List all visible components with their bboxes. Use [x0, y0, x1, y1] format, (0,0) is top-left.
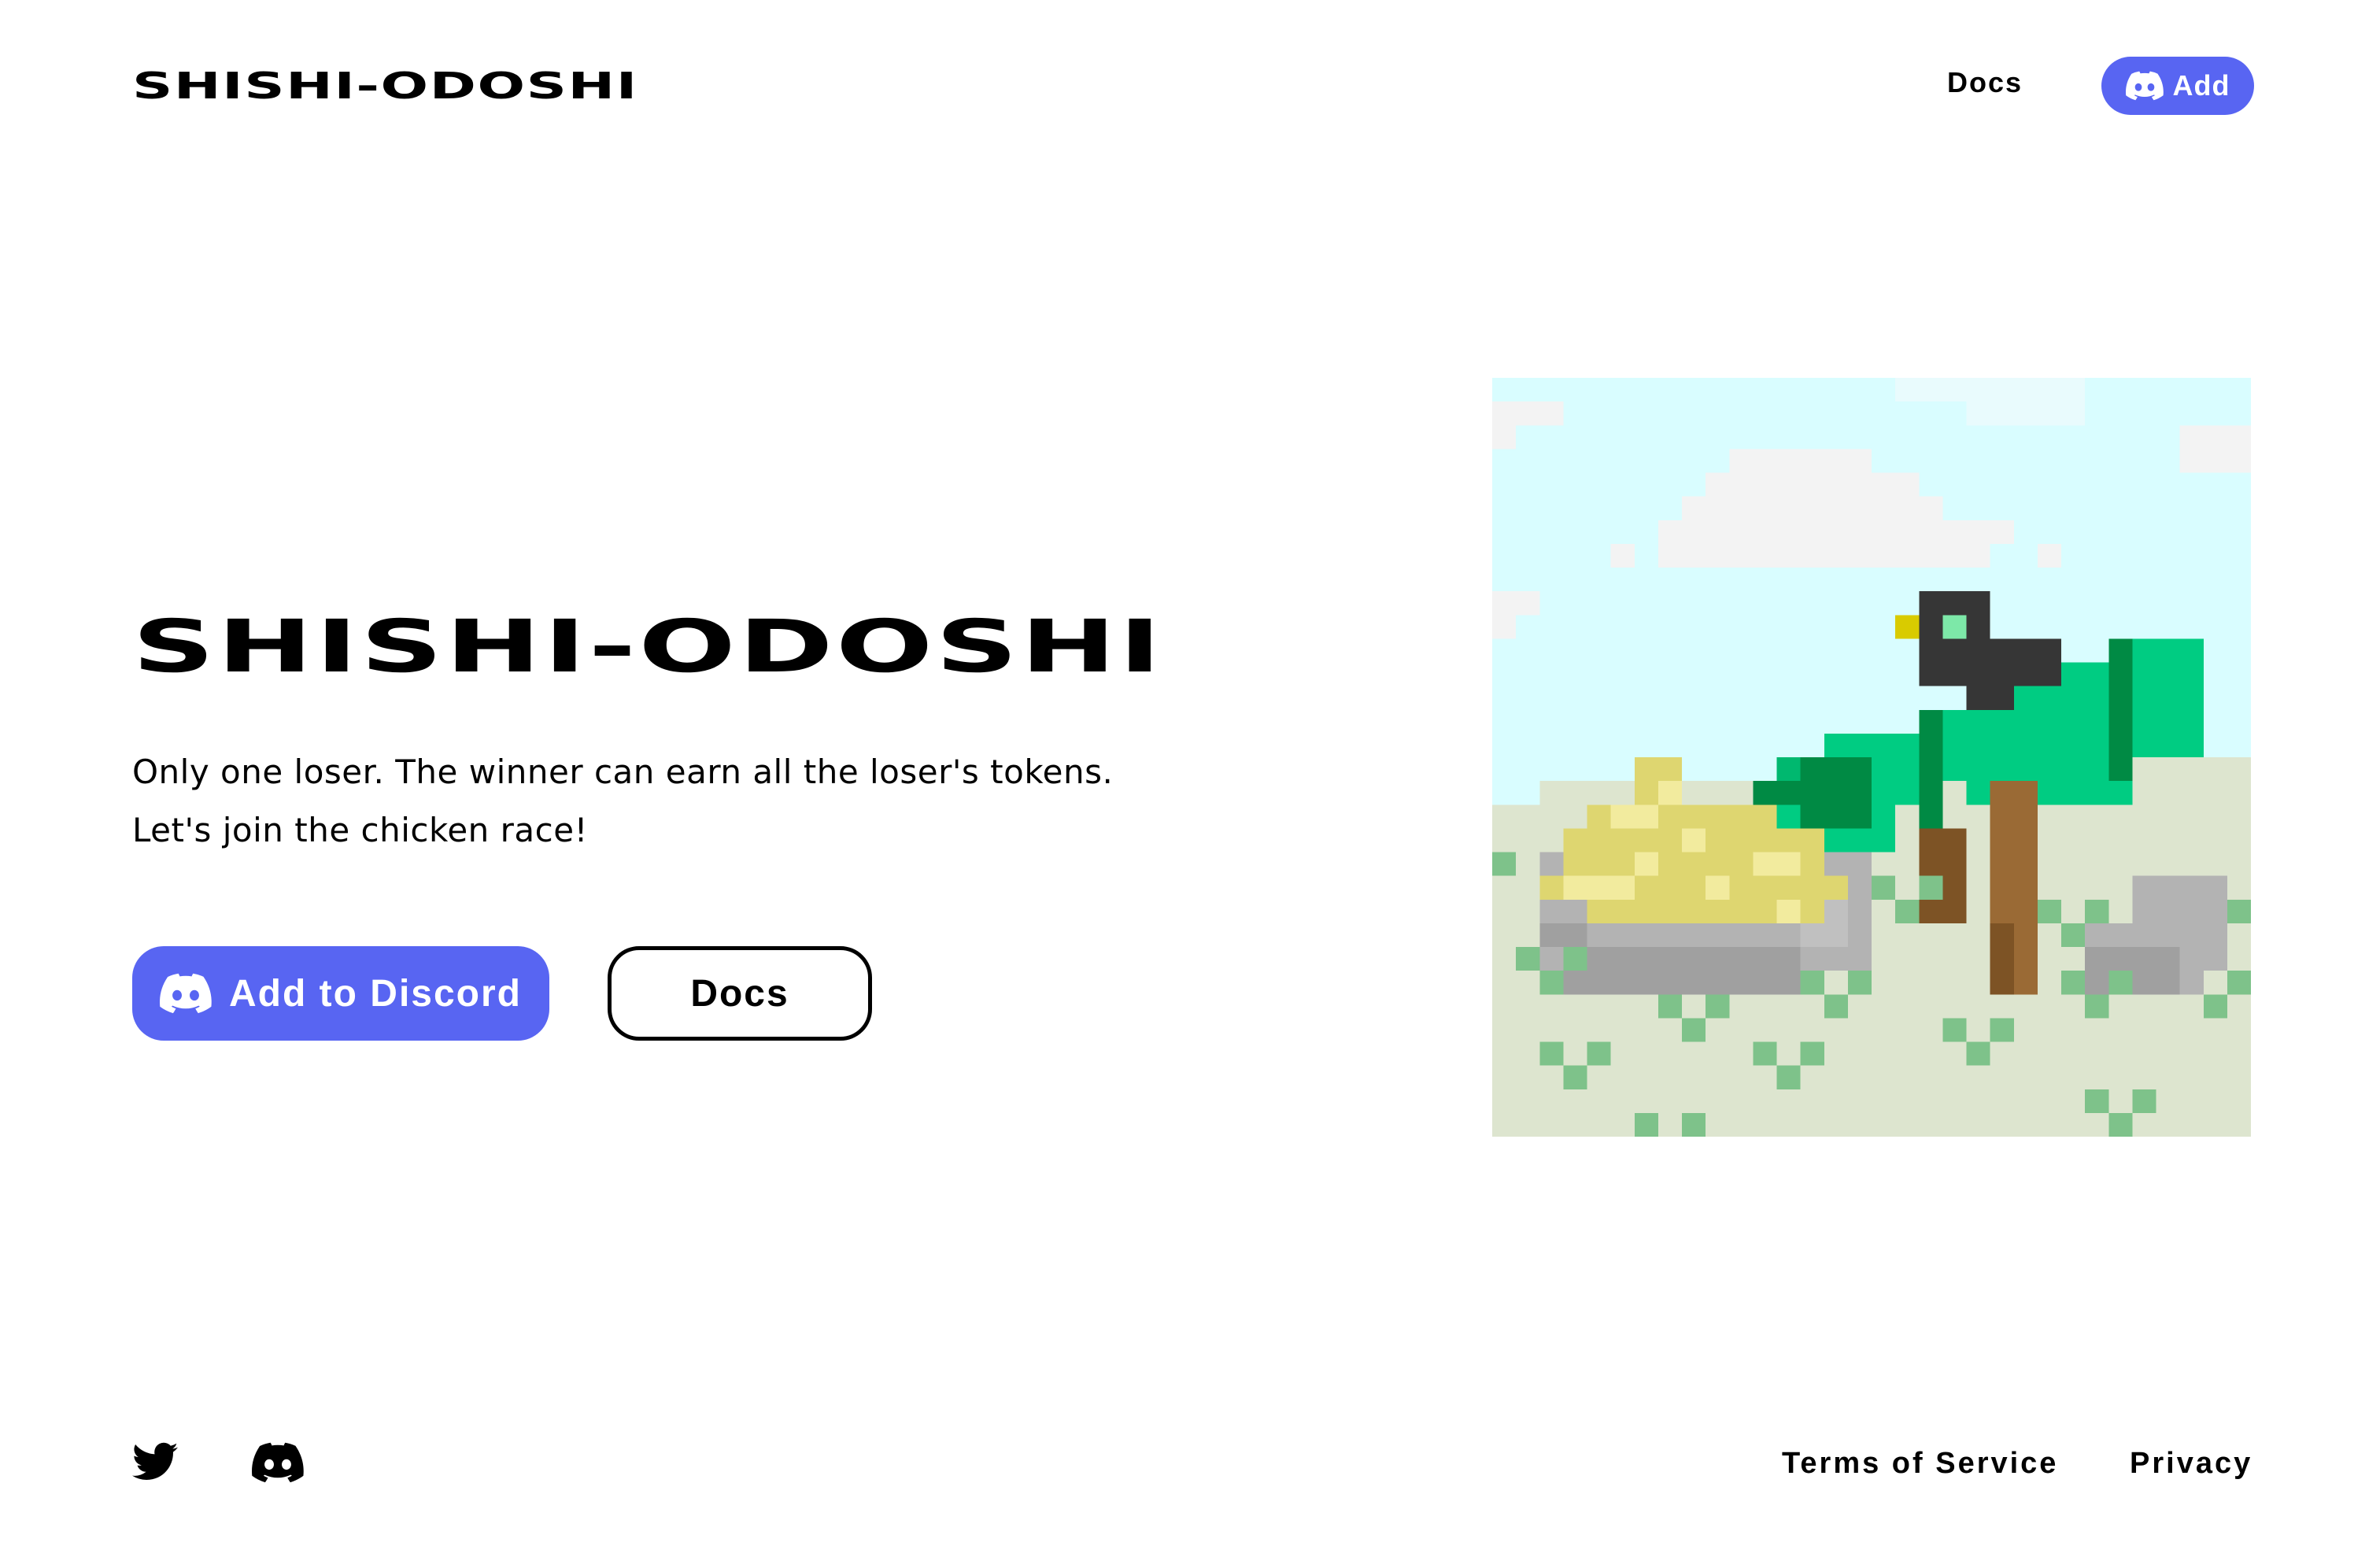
nav-add-label: Add	[2172, 69, 2230, 102]
hero-title: SHISHI-ODOSHI	[132, 605, 1164, 689]
hero-description-line-1: Only one loser. The winner can earn all …	[132, 753, 1114, 791]
header-logo[interactable]: SHISHI-ODOSHI	[132, 65, 638, 107]
hero-description-line-2: Let's join the chicken race!	[132, 811, 588, 849]
landing-page: SHISHI-ODOSHI Docs Add SHISHI-ODOSHI Onl…	[0, 0, 2380, 1546]
privacy-link[interactable]: Privacy	[2130, 1447, 2252, 1481]
discord-icon[interactable]	[252, 1442, 304, 1483]
nav-docs-link[interactable]: Docs	[1947, 66, 2023, 99]
add-to-discord-label: Add to Discord	[229, 972, 522, 1015]
docs-button-label: Docs	[690, 972, 789, 1015]
nav-add-button[interactable]: Add	[2101, 57, 2254, 115]
docs-button[interactable]: Docs	[608, 946, 872, 1041]
terms-of-service-link[interactable]: Terms of Service	[1782, 1447, 2058, 1481]
pixel-art-bird-on-tree	[1492, 378, 2251, 1137]
add-to-discord-button[interactable]: Add to Discord	[132, 946, 549, 1041]
discord-icon	[2125, 71, 2164, 101]
discord-icon	[160, 973, 212, 1014]
hero-artwork	[1492, 378, 2251, 1137]
twitter-icon[interactable]	[132, 1442, 178, 1481]
hero-description: Only one loser. The winner can earn all …	[132, 743, 1431, 860]
